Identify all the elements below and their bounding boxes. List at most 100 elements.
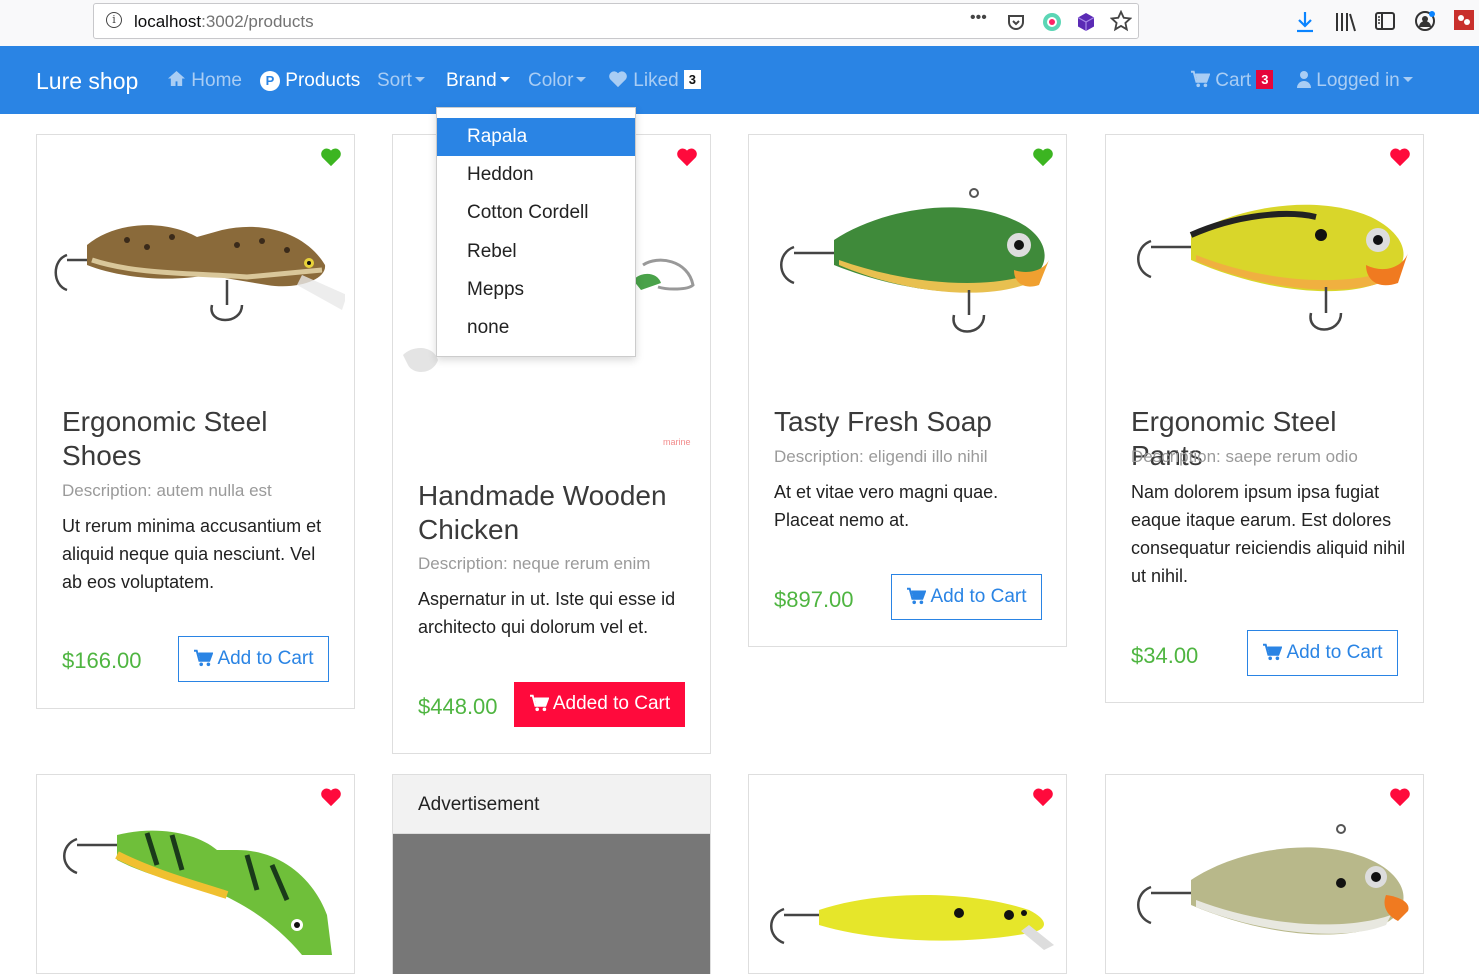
nav-home-label: Home (191, 70, 242, 91)
liked-heart-icon[interactable] (1032, 147, 1054, 167)
nav-brand-dropdown[interactable]: Brand (446, 70, 510, 92)
advertisement-body[interactable] (393, 834, 710, 974)
product-description: Description: autem nulla est (62, 481, 272, 500)
nav-color-label: Color (528, 70, 574, 91)
product-text: Ut rerum minima accusantium et aliquid n… (62, 516, 322, 592)
url-bar[interactable]: i localhost:3002/products ••• (93, 3, 1139, 39)
product-image[interactable] (1116, 165, 1414, 365)
add-to-cart-button[interactable]: Add to Cart (1247, 630, 1398, 676)
product-card (748, 774, 1067, 974)
extension-puzzle-icon[interactable] (1453, 9, 1475, 31)
added-to-cart-button[interactable]: Added to Cart (514, 682, 685, 727)
url-text[interactable]: localhost:3002/products (134, 12, 314, 32)
brand-dropdown-menu: Rapala Heddon Cotton Cordell Rebel Mepps… (436, 107, 636, 357)
sidebar-icon[interactable] (1374, 11, 1396, 31)
product-text: Aspernatur in ut. Iste qui esse id archi… (418, 589, 676, 637)
product-text: Nam dolorem ipsum ipsa fugiat eaque itaq… (1131, 482, 1406, 586)
nav-user-label: Logged in (1316, 70, 1400, 91)
product-image[interactable] (47, 165, 345, 365)
nav-products-label: Products (285, 70, 361, 91)
liked-heart-icon[interactable] (1389, 147, 1411, 167)
url-path: :3002/products (201, 12, 314, 31)
url-host: localhost (134, 12, 202, 31)
product-text: At et vitae vero magni quae. Placeat nem… (774, 482, 999, 530)
brand-option-rapala[interactable]: Rapala (437, 118, 635, 156)
main-navbar: Lure shop Home P Products Sort Brand Col… (0, 46, 1479, 114)
site-info-icon[interactable]: i (106, 12, 122, 28)
nav-sort-label: Sort (377, 70, 412, 91)
nav-color-dropdown[interactable]: Color (528, 70, 587, 92)
added-to-cart-label: Added to Cart (552, 693, 671, 714)
nav-cart[interactable]: Cart 3 (1190, 70, 1274, 92)
brand-option-heddon[interactable]: Heddon (437, 156, 635, 194)
nav-liked-label: Liked (633, 70, 679, 91)
product-description: Description: neque rerum enim (418, 554, 651, 573)
nav-sort-dropdown[interactable]: Sort (377, 70, 425, 92)
add-to-cart-button[interactable]: Add to Cart (178, 636, 329, 682)
product-card (36, 774, 355, 974)
product-title[interactable]: Tasty Fresh Soap (774, 405, 1049, 439)
nav-products[interactable]: P Products (260, 70, 360, 92)
library-icon[interactable] (1334, 11, 1358, 33)
watermark: marine (663, 437, 691, 447)
add-to-cart-label: Add to Cart (930, 586, 1027, 607)
bookmark-star-icon[interactable] (1110, 10, 1132, 32)
cart-count-badge: 3 (1256, 70, 1274, 89)
cart-icon (194, 649, 214, 667)
advertisement-header: Advertisement (393, 775, 710, 834)
cart-icon (1263, 643, 1283, 661)
user-icon (1297, 71, 1311, 88)
nav-home[interactable]: Home (167, 70, 242, 92)
product-image[interactable] (1116, 815, 1414, 955)
brand-option-none[interactable]: none (437, 309, 635, 347)
brand-option-rebel[interactable]: Rebel (437, 233, 635, 271)
cart-icon (907, 587, 927, 605)
liked-heart-icon[interactable] (1032, 787, 1054, 807)
nav-brand-label: Brand (446, 70, 497, 91)
product-card: Tasty Fresh Soap Description: eligendi i… (748, 134, 1067, 647)
product-image[interactable] (759, 165, 1057, 365)
brand-logo[interactable]: Lure shop (36, 68, 138, 95)
product-card (1105, 774, 1424, 974)
product-title[interactable]: Handmade Wooden Chicken (418, 479, 693, 547)
download-icon[interactable] (1294, 10, 1316, 34)
nav-user-dropdown[interactable]: Logged in (1297, 70, 1413, 92)
brand-option-mepps[interactable]: Mepps (437, 271, 635, 309)
home-icon (168, 70, 185, 87)
product-card: Ergonomic Steel Pants Description: saepe… (1105, 134, 1424, 703)
pocket-icon[interactable] (1006, 12, 1026, 32)
extension-icon[interactable] (1041, 11, 1063, 33)
brand-option-cotton-cordell[interactable]: Cotton Cordell (437, 194, 635, 232)
product-image[interactable] (759, 875, 1057, 965)
liked-heart-icon[interactable] (676, 147, 698, 167)
product-description: Description: saepe rerum odio (1131, 447, 1358, 466)
product-image[interactable] (47, 805, 345, 965)
page-actions-icon[interactable]: ••• (970, 9, 987, 27)
advertisement-card: Advertisement (392, 774, 711, 974)
add-to-cart-label: Add to Cart (1286, 642, 1383, 663)
add-to-cart-label: Add to Cart (217, 648, 314, 669)
liked-heart-icon[interactable] (1389, 787, 1411, 807)
liked-heart-icon[interactable] (320, 147, 342, 167)
chevron-down-icon (499, 77, 510, 82)
heart-icon (609, 71, 627, 88)
liked-heart-icon[interactable] (320, 787, 342, 807)
cart-icon (529, 694, 549, 712)
nav-cart-label: Cart (1215, 70, 1252, 91)
product-title[interactable]: Ergonomic Steel Shoes (62, 405, 337, 473)
parking-icon: P (260, 71, 280, 91)
account-icon[interactable] (1413, 9, 1437, 33)
add-to-cart-button[interactable]: Add to Cart (891, 574, 1042, 620)
extension-cube-icon[interactable] (1075, 11, 1097, 33)
liked-count-badge: 3 (683, 70, 701, 89)
cart-icon (1191, 70, 1211, 88)
product-price: $448.00 (418, 694, 498, 719)
product-price: $34.00 (1131, 643, 1199, 668)
chevron-down-icon (576, 77, 587, 82)
nav-liked[interactable]: Liked 3 (608, 70, 701, 92)
chevron-down-icon (1402, 77, 1413, 82)
browser-toolbar: i localhost:3002/products ••• (0, 0, 1479, 46)
chevron-down-icon (414, 77, 425, 82)
product-price: $897.00 (774, 587, 854, 612)
product-price: $166.00 (62, 648, 142, 673)
